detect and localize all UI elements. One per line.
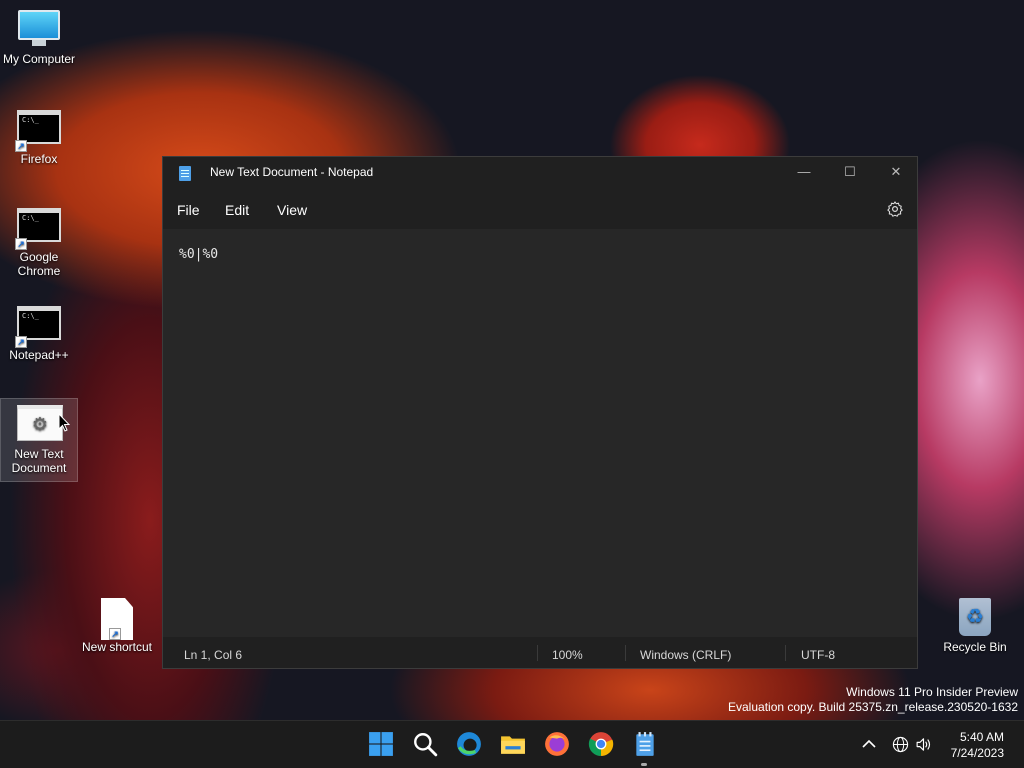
taskbar: 5:40 AM 7/24/2023	[0, 720, 1024, 768]
shortcut-arrow-icon: ↗	[109, 628, 121, 640]
watermark-line-2: Evaluation copy. Build 25375.zn_release.…	[728, 700, 1018, 714]
desktop-icon-label: Google Chrome	[17, 250, 61, 278]
desktop-icon-my-computer[interactable]: My Computer	[0, 10, 78, 66]
desktop-icon-label: Notepad++	[9, 348, 69, 362]
title-bar[interactable]: New Text Document - Notepad — ☐ ✕	[163, 157, 917, 189]
computer-icon	[17, 10, 61, 48]
desktop-icon-google-chrome[interactable]: C:\_ ↗ Google Chrome	[0, 208, 78, 278]
status-divider	[537, 645, 538, 661]
blank-file-icon: ↗	[95, 598, 139, 640]
recycle-bin-icon: ♻	[953, 598, 997, 636]
status-encoding: UTF-8	[801, 648, 835, 662]
evaluation-watermark: Windows 11 Pro Insider Preview Evaluatio…	[728, 685, 1018, 715]
status-divider	[625, 645, 626, 661]
clock-date: 7/24/2023	[950, 746, 1004, 760]
desktop-icon-recycle-bin[interactable]: ♻ Recycle Bin	[936, 598, 1014, 654]
text-editor-area[interactable]: %0|%0	[163, 229, 917, 637]
notepad-app-icon	[179, 166, 191, 181]
menu-file[interactable]: File	[177, 202, 200, 218]
desktop-icon-label: New Text Document	[11, 447, 67, 475]
menu-view[interactable]: View	[277, 202, 307, 218]
status-cursor-position: Ln 1, Col 6	[184, 648, 243, 662]
mouse-cursor-icon	[58, 413, 70, 432]
cmd-shortcut-icon: C:\_ ↗	[15, 208, 61, 250]
notepad-icon[interactable]	[632, 731, 658, 757]
cmd-shortcut-icon: C:\_ ↗	[15, 110, 61, 152]
settings-gear-icon[interactable]	[886, 200, 904, 218]
desktop-icon-label: Recycle Bin	[943, 640, 1007, 654]
cmd-shortcut-icon: C:\_ ↗	[15, 306, 61, 348]
firefox-icon[interactable]	[544, 731, 570, 757]
start-icon[interactable]	[368, 731, 394, 757]
clock-time: 5:40 AM	[959, 730, 1004, 744]
notepad-window[interactable]: New Text Document - Notepad — ☐ ✕ File E…	[162, 156, 918, 669]
settings-document-icon: ⚙	[17, 405, 63, 443]
shortcut-arrow-icon: ↗	[15, 238, 27, 250]
desktop-icon-label: My Computer	[2, 52, 76, 66]
desktop-icon-new-text-document[interactable]: ⚙ New Text Document	[0, 398, 78, 482]
editor-content[interactable]: %0|%0	[179, 247, 218, 262]
desktop-icon-label: New shortcut	[81, 640, 153, 654]
menu-edit[interactable]: Edit	[225, 202, 249, 218]
menu-bar: File Edit View	[163, 189, 917, 229]
status-zoom: 100%	[552, 648, 583, 662]
close-button[interactable]: ✕	[873, 157, 919, 189]
active-app-indicator	[641, 763, 647, 766]
globe-network-icon[interactable]	[892, 736, 909, 753]
watermark-line-1: Windows 11 Pro Insider Preview	[846, 685, 1018, 699]
shortcut-arrow-icon: ↗	[15, 336, 27, 348]
speaker-volume-icon[interactable]	[915, 736, 932, 753]
status-divider	[785, 645, 786, 661]
shortcut-arrow-icon: ↗	[15, 140, 27, 152]
system-clock[interactable]: 5:40 AM 7/24/2023	[951, 729, 1004, 761]
file-explorer-icon[interactable]	[500, 731, 526, 757]
status-bar: Ln 1, Col 6 100% Windows (CRLF) UTF-8	[163, 637, 917, 668]
minimize-button[interactable]: —	[781, 157, 827, 189]
maximize-button[interactable]: ☐	[827, 157, 873, 189]
search-icon[interactable]	[412, 731, 438, 757]
desktop-icon-firefox[interactable]: C:\_ ↗ Firefox	[0, 110, 78, 166]
window-title: New Text Document - Notepad	[210, 165, 374, 179]
desktop-icon-label: Firefox	[20, 152, 58, 166]
chevron-up-icon[interactable]	[862, 739, 876, 749]
desktop-icon-notepad-plus-plus[interactable]: C:\_ ↗ Notepad++	[0, 306, 78, 362]
chrome-icon[interactable]	[588, 731, 614, 757]
status-line-ending: Windows (CRLF)	[640, 648, 732, 662]
desktop-icon-new-shortcut[interactable]: ↗ New shortcut	[78, 598, 156, 654]
edge-icon[interactable]	[456, 731, 482, 757]
